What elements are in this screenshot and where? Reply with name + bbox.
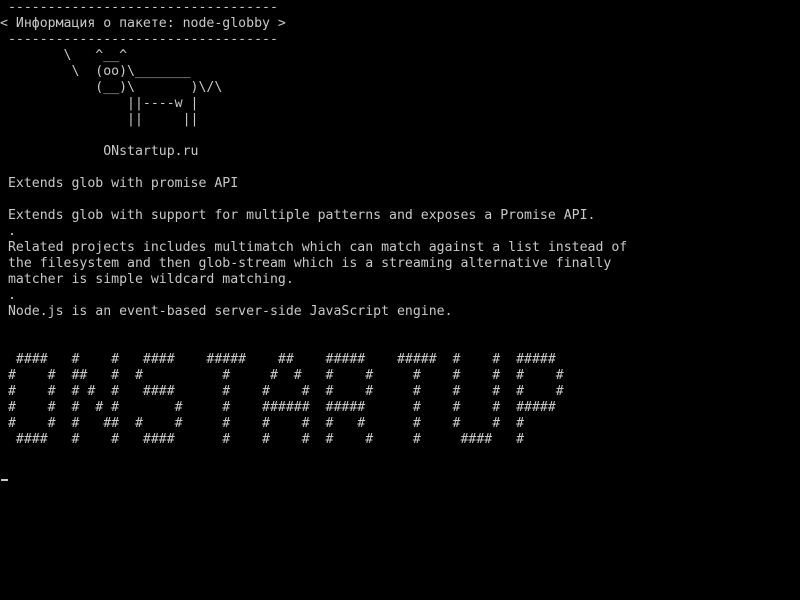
terminal-line: Extends glob with support for multiple p… bbox=[0, 208, 596, 223]
terminal-line: Extends glob with promise API bbox=[0, 176, 239, 191]
terminal-line: . bbox=[0, 288, 16, 303]
terminal-line: # # # # # #### # # # # # # # # # # bbox=[0, 384, 564, 399]
terminal-line: (__)\ )\/\ bbox=[0, 80, 223, 95]
terminal-line: # # ## # # # # # # # # # # # # bbox=[0, 368, 564, 383]
terminal-line: # # # # # # # ###### ##### # # # ##### bbox=[0, 400, 556, 415]
terminal-line: ---------------------------------- bbox=[0, 32, 278, 47]
terminal-line: \ ^__^ bbox=[0, 48, 128, 63]
terminal-line: . bbox=[0, 224, 16, 239]
terminal-line: \ (oo)\_______ bbox=[0, 64, 191, 79]
terminal-line: ||----w | bbox=[0, 96, 199, 111]
terminal-screen[interactable]: ---------------------------------- < Инфо… bbox=[0, 0, 800, 600]
terminal-line: ONstartup.ru bbox=[0, 144, 199, 159]
terminal-line: < Информация о пакете: node-globby > bbox=[0, 16, 286, 31]
terminal-line: matcher is simple wildcard matching. bbox=[0, 272, 294, 287]
terminal-line: # # # ## # # # # # # # # # # # bbox=[0, 416, 525, 431]
terminal-line: ---------------------------------- bbox=[0, 0, 278, 15]
terminal-line: the filesystem and then glob-stream whic… bbox=[0, 256, 612, 271]
terminal-line: Related projects includes multimatch whi… bbox=[0, 240, 628, 255]
terminal-line: || || bbox=[0, 112, 199, 127]
terminal-line: #### # # #### # # # # # # #### # bbox=[0, 432, 525, 447]
terminal-line: #### # # #### ##### ## ##### ##### # # #… bbox=[0, 352, 556, 367]
text-cursor bbox=[1, 479, 8, 481]
terminal-line: Node.js is an event-based server-side Ja… bbox=[0, 304, 453, 319]
